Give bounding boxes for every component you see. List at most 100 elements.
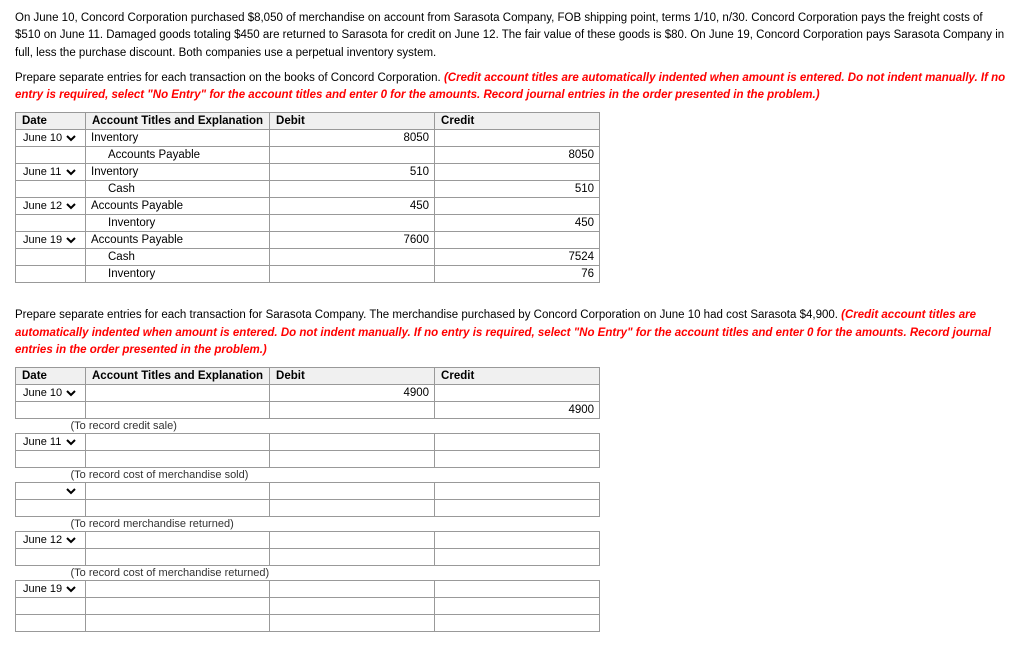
credit-input[interactable] <box>438 403 596 417</box>
credit-cell[interactable] <box>435 500 600 517</box>
account-cell-indent[interactable] <box>86 181 270 198</box>
account-cell[interactable] <box>86 615 270 632</box>
credit-cell[interactable] <box>435 215 600 232</box>
account-input[interactable] <box>106 267 266 281</box>
credit-cell[interactable] <box>435 402 600 419</box>
credit-input[interactable] <box>438 550 596 564</box>
credit-cell[interactable] <box>435 451 600 468</box>
account-cell-indent[interactable] <box>86 147 270 164</box>
credit-input[interactable] <box>438 452 596 466</box>
account-cell[interactable] <box>86 164 270 181</box>
account-cell[interactable] <box>86 549 270 566</box>
date-select[interactable]: June 12June 10June 11June 19 <box>19 199 79 213</box>
account-cell[interactable] <box>86 198 270 215</box>
credit-input[interactable] <box>438 386 596 400</box>
account-cell[interactable] <box>86 402 270 419</box>
account-cell[interactable] <box>86 500 270 517</box>
date-cell[interactable]: June 10June 11June 12June 19 <box>16 385 86 402</box>
debit-cell[interactable] <box>270 249 435 266</box>
debit-input[interactable] <box>273 550 431 564</box>
credit-cell[interactable] <box>435 232 600 249</box>
debit-input[interactable] <box>273 148 431 162</box>
date-select[interactable]: June 10June 11June 12June 19 <box>19 131 79 145</box>
debit-input[interactable] <box>273 386 431 400</box>
account-input[interactable] <box>89 199 266 213</box>
account-input[interactable] <box>89 452 266 466</box>
credit-input[interactable] <box>438 182 596 196</box>
account-cell-indent[interactable] <box>86 249 270 266</box>
credit-input[interactable] <box>438 233 596 247</box>
debit-cell[interactable] <box>270 483 435 500</box>
account-input[interactable] <box>89 233 266 247</box>
credit-input[interactable] <box>438 250 596 264</box>
credit-input[interactable] <box>438 216 596 230</box>
debit-cell[interactable] <box>270 147 435 164</box>
account-input[interactable] <box>89 403 266 417</box>
account-cell[interactable] <box>86 232 270 249</box>
debit-input[interactable] <box>273 216 431 230</box>
credit-input[interactable] <box>438 165 596 179</box>
account-input[interactable] <box>89 501 266 515</box>
date-select[interactable]: June 11June 10June 12June 19 <box>19 435 79 449</box>
credit-cell[interactable] <box>435 483 600 500</box>
debit-cell[interactable] <box>270 598 435 615</box>
date-select[interactable]: June 19June 10June 11June 12 <box>19 582 79 596</box>
debit-input[interactable] <box>273 501 431 515</box>
debit-input[interactable] <box>273 582 431 596</box>
credit-input[interactable] <box>438 484 596 498</box>
account-input[interactable] <box>89 533 266 547</box>
credit-cell[interactable] <box>435 581 600 598</box>
account-input[interactable] <box>89 386 266 400</box>
date-cell[interactable]: June 11June 10June 12June 19 <box>16 164 86 181</box>
account-input[interactable] <box>89 599 266 613</box>
credit-cell[interactable] <box>435 385 600 402</box>
debit-input[interactable] <box>273 403 431 417</box>
date-select[interactable]: June 11June 10June 12June 19 <box>19 165 79 179</box>
debit-input[interactable] <box>273 182 431 196</box>
credit-input[interactable] <box>438 599 596 613</box>
debit-input[interactable] <box>273 233 431 247</box>
credit-cell[interactable] <box>435 198 600 215</box>
debit-cell[interactable] <box>270 164 435 181</box>
account-cell[interactable] <box>86 532 270 549</box>
account-cell[interactable] <box>86 434 270 451</box>
credit-cell[interactable] <box>435 598 600 615</box>
credit-cell[interactable] <box>435 266 600 283</box>
credit-cell[interactable] <box>435 532 600 549</box>
debit-input[interactable] <box>273 533 431 547</box>
credit-cell[interactable] <box>435 249 600 266</box>
account-cell-indent[interactable] <box>86 266 270 283</box>
account-input[interactable] <box>106 250 266 264</box>
date-cell[interactable]: June 19June 10June 11June 12 <box>16 232 86 249</box>
date-cell[interactable]: June 10June 11June 12June 19 <box>16 130 86 147</box>
debit-cell[interactable] <box>270 232 435 249</box>
debit-input[interactable] <box>273 250 431 264</box>
debit-input[interactable] <box>273 452 431 466</box>
debit-input[interactable] <box>273 267 431 281</box>
account-input[interactable] <box>89 616 266 630</box>
debit-cell[interactable] <box>270 500 435 517</box>
account-input[interactable] <box>89 550 266 564</box>
date-cell[interactable]: June 12June 10June 11June 19 <box>16 198 86 215</box>
credit-cell[interactable] <box>435 181 600 198</box>
debit-input[interactable] <box>273 199 431 213</box>
account-input[interactable] <box>89 435 266 449</box>
credit-input[interactable] <box>438 148 596 162</box>
credit-input[interactable] <box>438 199 596 213</box>
credit-cell[interactable] <box>435 549 600 566</box>
debit-cell[interactable] <box>270 581 435 598</box>
credit-input[interactable] <box>438 267 596 281</box>
credit-cell[interactable] <box>435 164 600 181</box>
account-cell[interactable] <box>86 581 270 598</box>
debit-cell[interactable] <box>270 402 435 419</box>
date-select[interactable]: June 10June 11June 12June 19 <box>19 386 79 400</box>
debit-cell[interactable] <box>270 615 435 632</box>
debit-cell[interactable] <box>270 434 435 451</box>
account-cell[interactable] <box>86 451 270 468</box>
debit-cell[interactable] <box>270 385 435 402</box>
debit-input[interactable] <box>273 599 431 613</box>
debit-input[interactable] <box>273 616 431 630</box>
credit-input[interactable] <box>438 533 596 547</box>
date-cell[interactable]: June 11June 10June 12June 19 <box>16 434 86 451</box>
account-input[interactable] <box>89 484 266 498</box>
